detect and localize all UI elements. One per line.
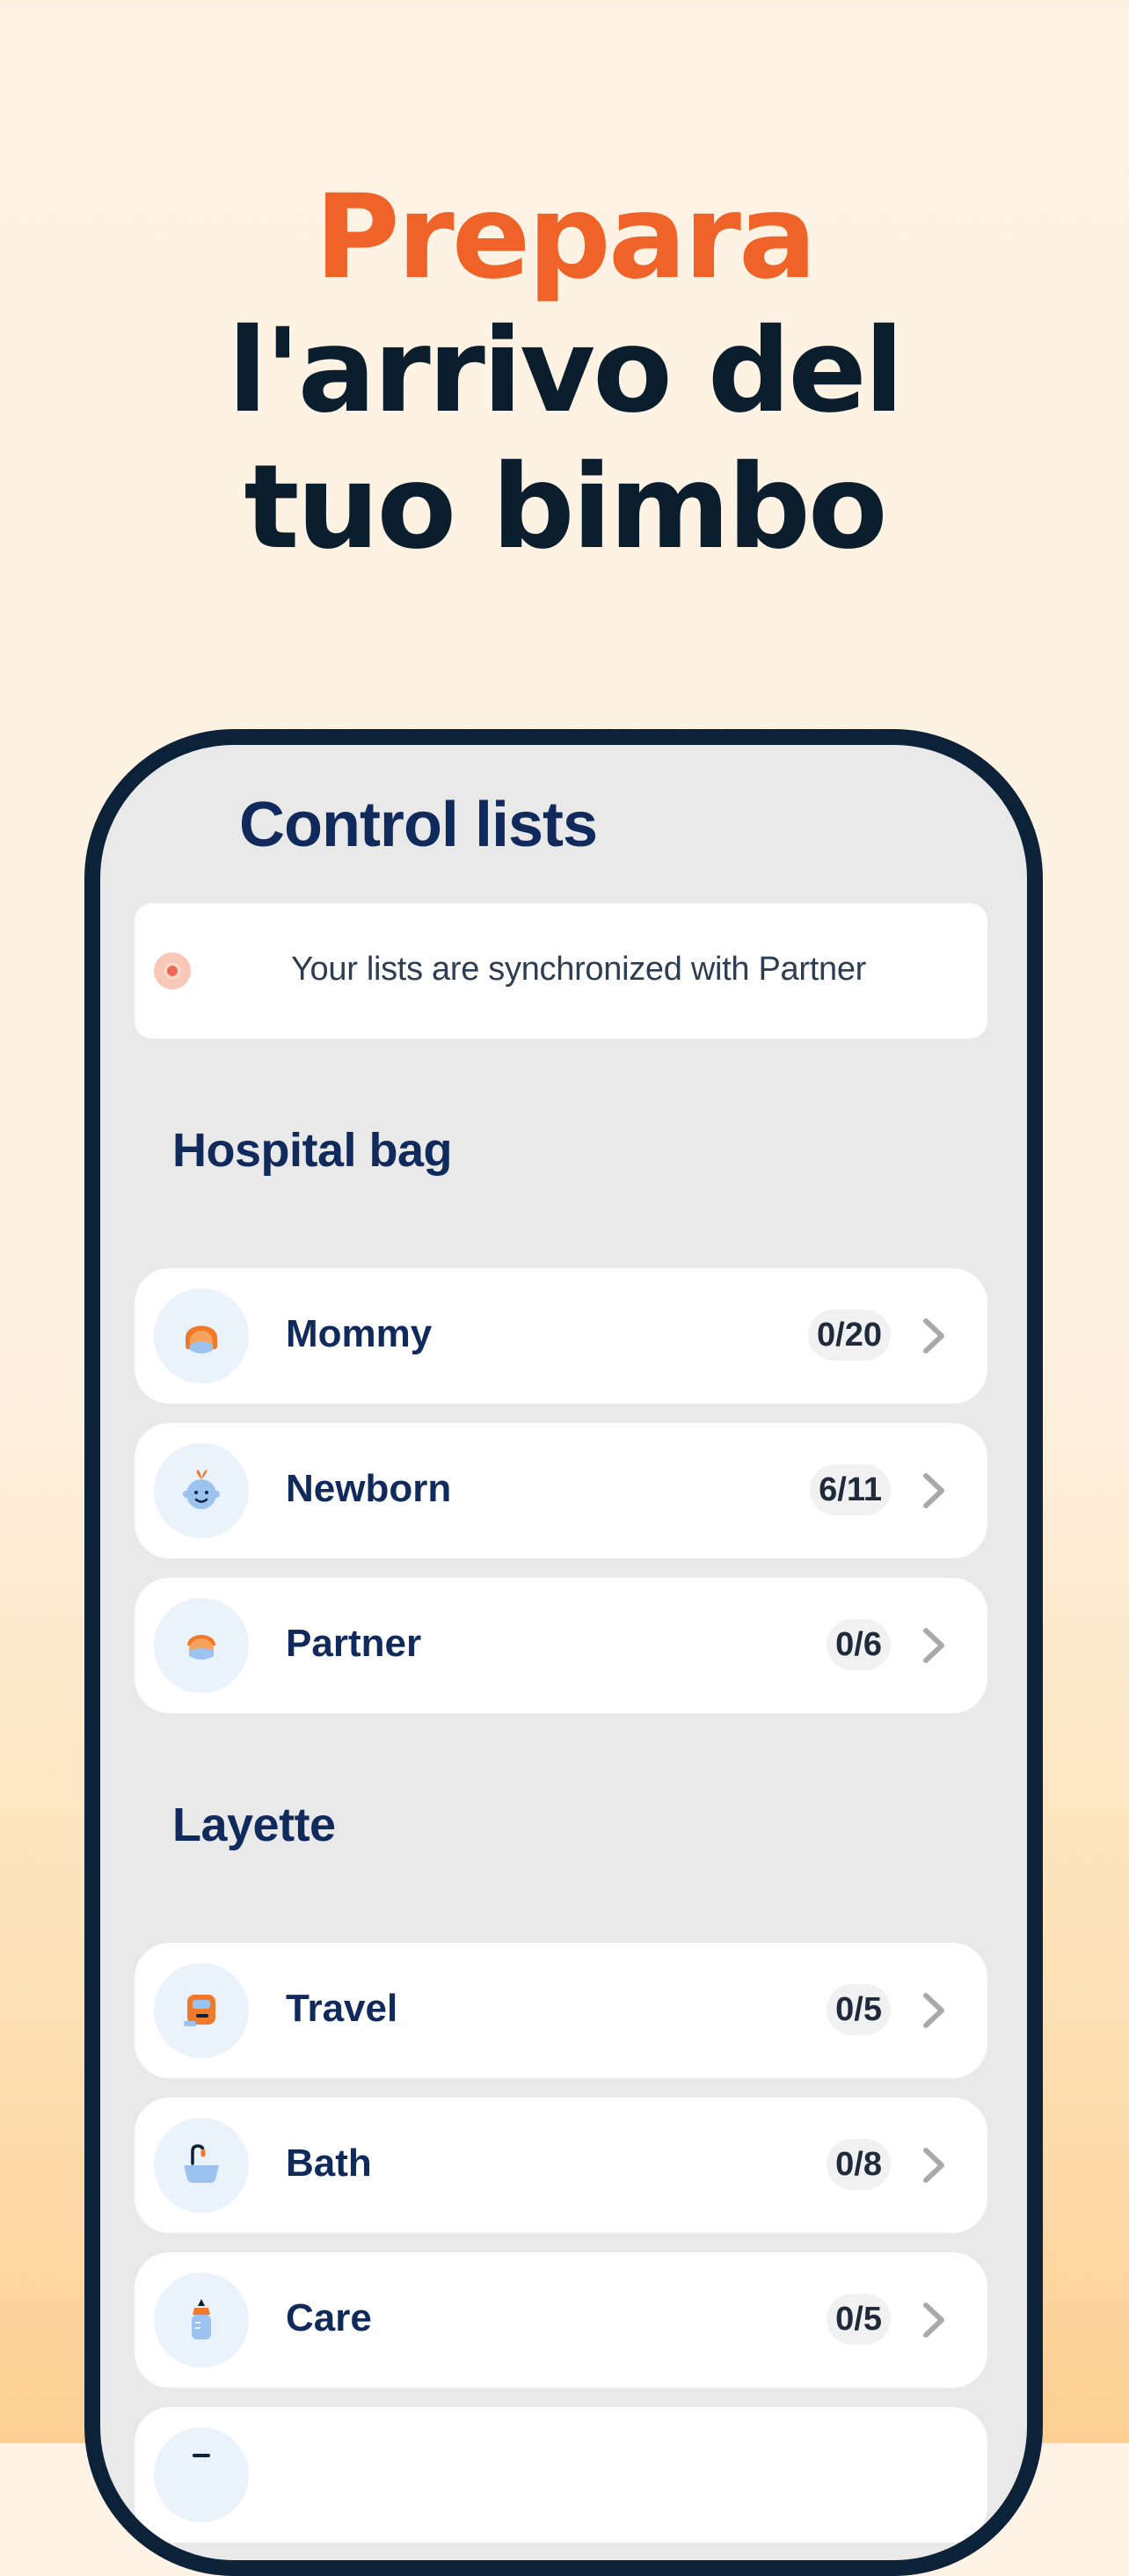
list-item-label: Travel [286,1987,398,2030]
headline-accent: Prepara [314,170,817,305]
list-item-label: Newborn [286,1467,452,1510]
progress-count: 0/5 [827,1984,891,2035]
car-seat-icon [154,1963,249,2058]
list-item-newborn[interactable]: Newborn 6/11 [135,1423,987,1558]
section-title-layette: Layette [172,1799,336,1851]
list-item-mommy[interactable]: Mommy 0/20 [135,1268,987,1404]
progress-count: 0/6 [827,1619,891,1670]
list-item-label: Bath [286,2142,372,2185]
baby-icon [154,1443,249,1538]
list-item-label: Care [286,2296,372,2339]
mom-icon [154,1288,249,1383]
list-item-partner[interactable]: Partner 0/6 [135,1578,987,1713]
sync-status-text: Your lists are synchronized with Partner [290,951,867,988]
list-item-care[interactable]: Care 0/5 [135,2252,987,2388]
chevron-right-icon [923,2148,944,2183]
list-item-travel[interactable]: Travel 0/5 [135,1943,987,2078]
sync-banner: Your lists are synchronized with Partner [135,903,987,1039]
progress-count: 0/8 [827,2139,891,2190]
headline-line-2: l'arrivo del [227,303,904,439]
bottle-icon [154,2273,249,2368]
phone-frame: Control lists Your lists are synchronize… [84,729,1043,2576]
list-item-bath[interactable]: Bath 0/8 [135,2098,987,2233]
chevron-right-icon [923,1473,944,1508]
list-item-label: Mommy [286,1312,433,1355]
list-item-partial[interactable] [135,2407,987,2543]
bath-icon [154,2118,249,2213]
section-title-hospital-bag: Hospital bag [172,1124,453,1177]
list-item-label: Partner [286,1622,422,1665]
chevron-right-icon [923,2302,944,2338]
chevron-right-icon [923,1318,944,1354]
headline-line-3: tuo bimbo [244,440,887,575]
chevron-right-icon [923,1993,944,2028]
headline: Prepara l'arrivo del tuo bimbo [0,171,1129,576]
page-title: Control lists [239,790,598,860]
partner-icon [154,1598,249,1693]
progress-count: 0/5 [827,2294,891,2345]
chevron-right-icon [923,1628,944,1663]
list-item-icon [154,2427,249,2522]
progress-count: 6/11 [810,1464,891,1515]
progress-count: 0/20 [808,1310,891,1361]
